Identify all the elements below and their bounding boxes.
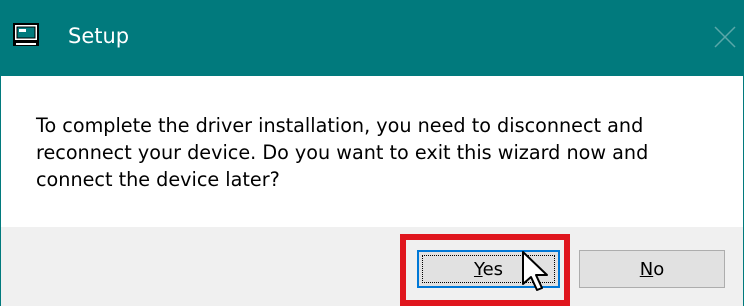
window-title: Setup — [68, 24, 130, 48]
dialog-content: To complete the driver installation, you… — [0, 76, 744, 227]
dialog-message: To complete the driver installation, you… — [36, 114, 649, 191]
no-mnemonic: N — [639, 258, 654, 280]
close-icon[interactable] — [706, 18, 744, 56]
setup-app-icon — [13, 23, 39, 47]
button-bar: Yes No — [0, 227, 744, 306]
no-button-label: No — [640, 259, 664, 280]
no-button[interactable]: No — [579, 250, 725, 288]
yes-button[interactable]: Yes — [417, 250, 560, 288]
no-label-rest: o — [653, 258, 665, 280]
focus-rectangle — [422, 255, 555, 283]
setup-dialog: Setup To complete the driver installatio… — [0, 0, 744, 306]
title-bar[interactable]: Setup — [0, 0, 744, 76]
